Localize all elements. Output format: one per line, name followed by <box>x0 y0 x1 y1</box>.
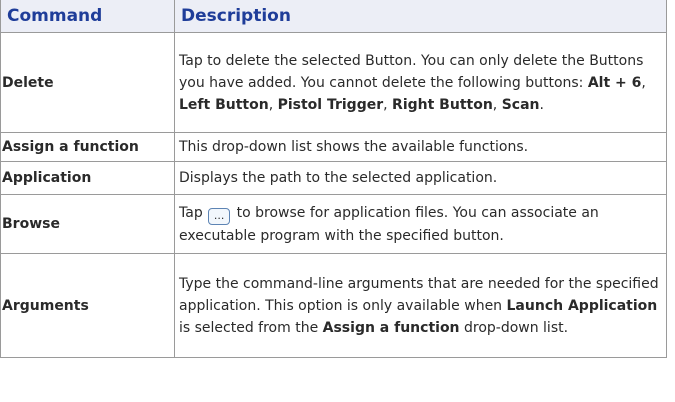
table-row: Assign a function This drop-down list sh… <box>0 132 667 162</box>
button-name-right-button: Right Button <box>392 96 493 113</box>
button-name-pistol-trigger: Pistol Trigger <box>277 96 384 113</box>
separator: , <box>641 74 646 91</box>
description-cell-application: Displays the path to the selected applic… <box>174 161 667 195</box>
description-cell-delete: Tap to delete the selected Button. You c… <box>174 32 667 133</box>
description-cell-browse: Tap ... to browse for application files.… <box>174 194 667 254</box>
command-table: Command Description Delete Tap to delete… <box>0 0 667 358</box>
table-row: Application Displays the path to the sel… <box>0 161 667 195</box>
column-header-command: Command <box>0 0 175 33</box>
separator: , <box>492 96 502 113</box>
description-text: Tap to delete the selected Button. You c… <box>179 52 644 91</box>
table-row: Arguments Type the command-line argument… <box>0 253 667 358</box>
table-row: Delete Tap to delete the selected Button… <box>0 32 667 133</box>
option-name-launch-application: Launch Application <box>506 297 658 314</box>
command-cell-arguments: Arguments <box>0 253 175 358</box>
option-name-assign-a-function: Assign a function <box>322 319 460 336</box>
button-name-alt-6: Alt + 6 <box>587 74 642 91</box>
description-cell-assign-a-function: This drop-down list shows the available … <box>174 132 667 162</box>
description-text: drop-down list. <box>459 319 569 336</box>
description-text: is selected from the <box>179 319 323 336</box>
column-header-description: Description <box>174 0 667 33</box>
command-cell-delete: Delete <box>0 32 175 133</box>
separator: , <box>383 96 393 113</box>
description-text: to browse for application files. You can… <box>179 204 599 244</box>
command-cell-application: Application <box>0 161 175 195</box>
button-name-left-button: Left Button <box>179 96 269 113</box>
table-header-row: Command Description <box>0 0 667 33</box>
command-cell-browse: Browse <box>0 194 175 254</box>
browse-button-icon: ... <box>208 207 231 225</box>
button-name-scan: Scan <box>501 96 540 113</box>
description-cell-arguments: Type the command-line arguments that are… <box>174 253 667 358</box>
table-row: Browse Tap ... to browse for application… <box>0 194 667 254</box>
command-cell-assign-a-function: Assign a function <box>0 132 175 162</box>
separator: , <box>268 96 278 113</box>
period: . <box>539 96 544 113</box>
description-text: Tap <box>179 204 208 221</box>
